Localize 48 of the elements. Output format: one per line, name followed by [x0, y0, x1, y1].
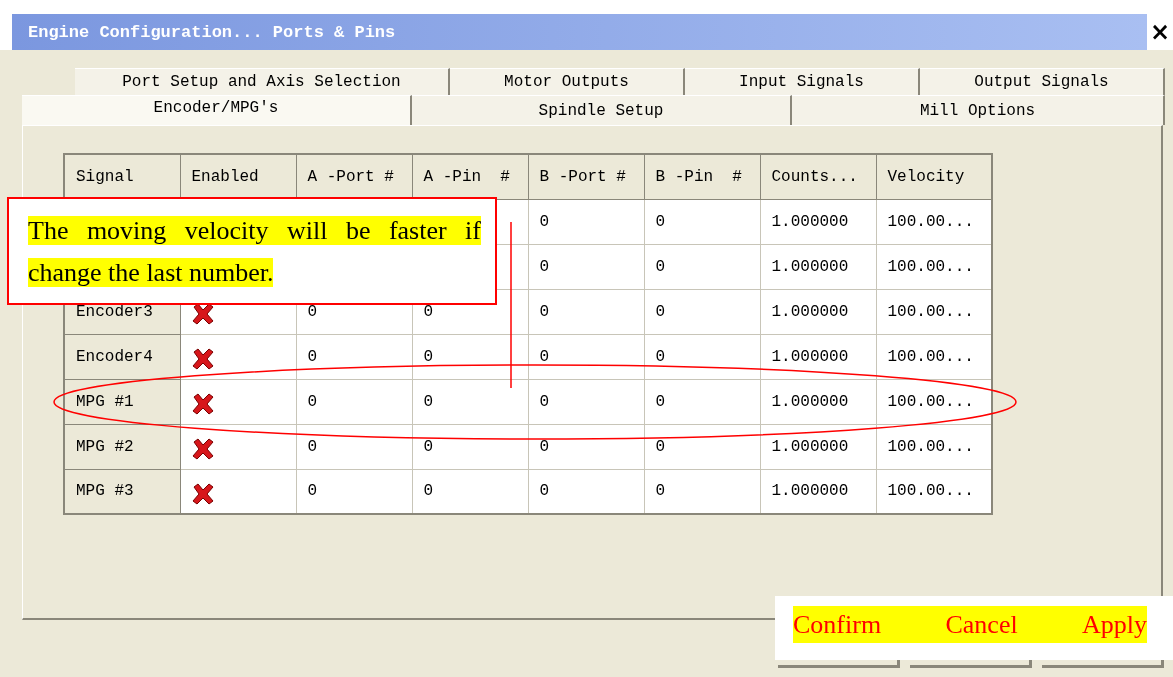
button-label: Apply	[1082, 609, 1147, 640]
tab[interactable]: Input Signals	[685, 68, 920, 95]
tab[interactable]: Spindle Setup	[412, 95, 792, 125]
table-cell: 0	[528, 424, 644, 469]
table-cell: 0	[528, 244, 644, 289]
button-label: Confirm	[793, 609, 882, 640]
column-header: B -Pin #	[644, 154, 760, 199]
column-header: B -Port #	[528, 154, 644, 199]
table-cell: 0	[528, 199, 644, 244]
table-cell: 0	[412, 424, 528, 469]
table-cell: 0	[296, 334, 412, 379]
table-cell: 0	[528, 289, 644, 334]
table-cell: 0	[644, 424, 760, 469]
table-cell: 0	[644, 199, 760, 244]
table-cell: 0	[644, 244, 760, 289]
column-header: Enabled	[180, 154, 296, 199]
tab[interactable]: Mill Options	[792, 95, 1165, 125]
table-cell: 0	[296, 424, 412, 469]
table-cell: 0	[528, 334, 644, 379]
table-cell: 1.000000	[760, 334, 876, 379]
callout-text: The moving velocity will be faster if change the last number.	[28, 215, 481, 289]
signal-name-cell: Encoder4	[64, 334, 180, 379]
table-cell: 0	[296, 379, 412, 424]
table-cell: 0	[412, 334, 528, 379]
signal-name-cell: MPG #3	[64, 469, 180, 514]
column-header: Counts...	[760, 154, 876, 199]
column-header: A -Pin #	[412, 154, 528, 199]
window-title: Engine Configuration... Ports & Pins	[12, 14, 1147, 50]
column-header: A -Port #	[296, 154, 412, 199]
table-cell: 0	[644, 379, 760, 424]
table-cell: 0	[528, 379, 644, 424]
table-cell: 1.000000	[760, 289, 876, 334]
tab[interactable]: Output Signals	[920, 68, 1165, 95]
table-cell: 0	[412, 379, 528, 424]
table-cell: 1.000000	[760, 379, 876, 424]
tab[interactable]: Port Setup and Axis Selection	[75, 68, 450, 95]
signal-name-cell: MPG #2	[64, 424, 180, 469]
table-cell: 1.000000	[760, 244, 876, 289]
table-cell: 0	[644, 289, 760, 334]
table-cell: 1.000000	[760, 199, 876, 244]
tab[interactable]: Encoder/MPG's	[22, 95, 412, 125]
table-cell: 1.000000	[760, 424, 876, 469]
signal-name-cell: MPG #1	[64, 379, 180, 424]
column-header: Velocity	[876, 154, 992, 199]
column-header: Signal	[64, 154, 180, 199]
table-cell: 0	[644, 334, 760, 379]
button-label: Cancel	[945, 609, 1018, 640]
tab[interactable]: Motor Outputs	[450, 68, 685, 95]
